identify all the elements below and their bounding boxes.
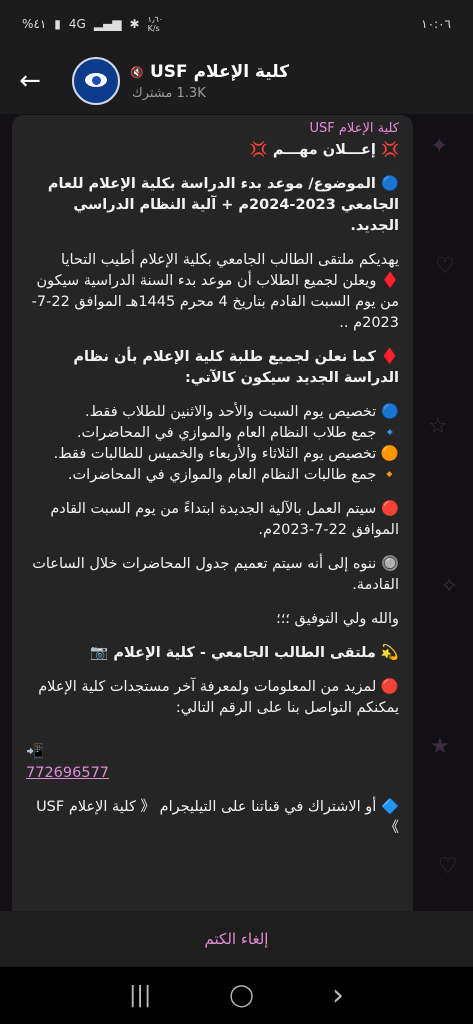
channel-name: كلية الإعلام USF	[150, 61, 290, 82]
star-doodle-icon: ☆	[428, 414, 448, 439]
phone-icon: 📲	[26, 744, 45, 760]
chat-header: ← كلية الإعلام USF 🔇 1.3K مشترك	[0, 48, 473, 114]
sparkle-doodle-icon: ✧	[440, 574, 459, 599]
phone-link[interactable]: 772696577	[26, 763, 109, 784]
signal-icon: ▂▄▆	[93, 17, 122, 31]
effective-date-paragraph: 🔴 سيتم العمل بالآلية الجديدة ابتداءً من …	[50, 501, 399, 538]
subscribe-paragraph: 🔷 أو الاشتراك في قناتنا على التيليجرام 《…	[36, 799, 399, 836]
chat-area[interactable]: ✦ ♡ ☆ ✧ ★ ♡ كلية الإعلام USF 💢 إعـــلان …	[0, 114, 473, 911]
status-icons: %٤١ ▮ 4G ▂▄▆ ✱ ١٫٦٠ K/s	[22, 15, 163, 33]
system-nav-bar: ||| ◯ ›	[0, 967, 473, 1024]
contact-paragraph: 🔴 لمزيد من المعلومات ولمعرفة آخر مستجدات…	[38, 679, 399, 716]
closing-paragraph: والله ولي التوفيق ؛؛؛	[276, 611, 399, 627]
battery-level: %٤١	[22, 17, 47, 31]
signature-paragraph: 💫 ملتقى الطالب الجامعي - كلية الإعلام 📷	[90, 645, 399, 661]
channel-title: كلية الإعلام USF 🔇	[130, 61, 290, 82]
timetable-note-paragraph: 🔘 ننوه إلى أنه سيتم تعميم جدول المحاضرات…	[32, 556, 399, 593]
schedule-list: 🔵 تخصيص يوم السبت والأحد والاثنين للطلاب…	[53, 404, 399, 483]
network-type: 4G	[68, 17, 86, 31]
home-icon[interactable]: ◯	[229, 983, 254, 1008]
message-body: 💢 إعـــلان مهـــم 💢 🔵 الموضوع/ موعد بدء …	[26, 140, 399, 839]
data-speed: ١٫٦٠ K/s	[147, 15, 164, 33]
recents-icon[interactable]: |||	[129, 983, 151, 1008]
message-sender: كلية الإعلام USF	[309, 121, 400, 136]
subscriber-count: 1.3K مشترك	[132, 85, 206, 101]
eye-pupil	[92, 76, 101, 85]
battery-icon: ▮	[54, 17, 61, 31]
heart-doodle-icon: ♡	[438, 854, 458, 879]
phone-line: 📲 772696577	[26, 721, 399, 784]
star-doodle-icon: ★	[430, 734, 450, 759]
unmute-button[interactable]: إلغاء الكتم	[0, 911, 473, 967]
star-doodle-icon: ✦	[430, 134, 449, 159]
bluetooth-icon: ✱	[129, 17, 140, 31]
system-intro-paragraph: ♦️ كما نعلن لجميع طلبة كلية الإعلام بأن …	[73, 349, 399, 386]
status-bar: %٤١ ▮ 4G ▂▄▆ ✱ ١٫٦٠ K/s ١٠:٠٦	[0, 0, 473, 48]
subject-paragraph: 🔵 الموضوع/ موعد بدء الدراسة بكلية الإعلا…	[47, 176, 399, 234]
heart-doodle-icon: ♡	[435, 254, 455, 279]
back-nav-icon[interactable]: ›	[332, 978, 344, 1013]
muted-icon: 🔇	[130, 65, 144, 79]
message-bubble[interactable]: كلية الإعلام USF 💢 إعـــلان مهـــم 💢 🔵 ا…	[12, 115, 413, 911]
channel-info[interactable]: كلية الإعلام USF 🔇 1.3K مشترك	[130, 61, 290, 101]
clock: ١٠:٠٦	[421, 17, 451, 31]
channel-avatar[interactable]	[72, 57, 120, 105]
arrow-left-icon: ←	[19, 66, 41, 96]
announcement-heading: 💢 إعـــلان مهـــم 💢	[249, 142, 399, 158]
start-date-paragraph: يهديكم ملتقى الطالب الجامعي بكلية الإعلا…	[31, 252, 399, 331]
back-button[interactable]: ←	[0, 48, 60, 114]
